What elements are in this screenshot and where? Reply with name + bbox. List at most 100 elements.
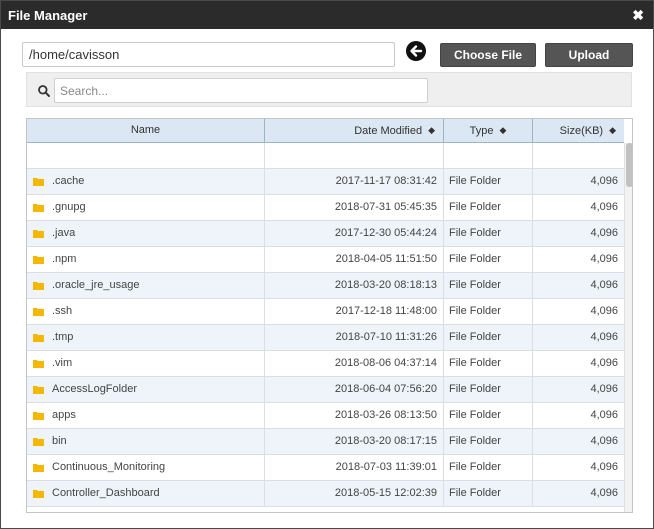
- upload-button[interactable]: Upload: [545, 43, 633, 67]
- column-header-name-label: Name: [130, 124, 161, 136]
- file-name: .oracle_jre_usage: [52, 279, 140, 291]
- file-name: .cache: [52, 175, 85, 187]
- file-type-cell: File Folder: [444, 377, 533, 402]
- table-row[interactable]: .java 2017-12-30 05:44:24 File Folder 4,096: [27, 221, 624, 247]
- folder-icon: [33, 178, 44, 186]
- file-size-cell: 4,096: [590, 331, 618, 343]
- table-row[interactable]: Controller_Dashboard 2018-05-15 12:02:39 F…: [27, 481, 624, 507]
- blank-cell: [533, 143, 624, 168]
- table-filter-row: [27, 143, 624, 169]
- folder-icon: [33, 230, 44, 238]
- file-type-cell: File Folder: [444, 325, 533, 350]
- folder-icon: [33, 438, 44, 446]
- table-row[interactable]: .npm 2018-04-05 11:51:50 File Folder 4,096: [27, 247, 624, 273]
- close-icon[interactable]: ✖: [632, 7, 644, 24]
- scrollbar-thumb[interactable]: [626, 143, 632, 187]
- file-name: Controller_Dashboard: [52, 487, 160, 499]
- date-modified-cell: 2018-07-03 11:39:01: [265, 455, 444, 480]
- column-header-size[interactable]: Size(KB) ◆: [533, 119, 624, 142]
- date-modified-cell: 2018-06-04 07:56:20: [265, 377, 444, 402]
- date-modified-cell: 2018-08-06 04:37:14: [265, 351, 444, 376]
- file-size-cell: 4,096: [590, 175, 618, 187]
- folder-icon: [33, 256, 44, 264]
- file-type-cell: File Folder: [444, 169, 533, 194]
- file-type-cell: File Folder: [444, 403, 533, 428]
- column-header-type[interactable]: Type ◆: [444, 119, 533, 142]
- blank-cell: [444, 143, 533, 168]
- back-arrow-icon[interactable]: [406, 41, 426, 61]
- folder-icon: [33, 308, 44, 316]
- file-size-cell: 4,096: [590, 253, 618, 265]
- file-name-cell: .npm: [27, 247, 265, 272]
- sort-icon[interactable]: ◆: [499, 119, 506, 142]
- file-name-cell: apps: [27, 403, 265, 428]
- table-row[interactable]: .oracle_jre_usage 2018-03-20 08:18:13 File…: [27, 273, 624, 299]
- column-header-size-label: Size(KB): [559, 125, 604, 137]
- file-name: .ssh: [52, 305, 73, 317]
- file-type-cell: File Folder: [444, 351, 533, 376]
- table-row[interactable]: .gnupg 2018-07-31 05:45:35 File Folder 4,09…: [27, 195, 624, 221]
- search-icon: [38, 85, 50, 97]
- file-name: .gnupg: [52, 201, 86, 213]
- file-name: Continuous_Monitoring: [52, 461, 166, 473]
- title-bar: File Manager ✖: [1, 1, 653, 29]
- table-row[interactable]: AccessLogFolder 2018-06-04 07:56:20 File F…: [27, 377, 624, 403]
- file-name-cell: .tmp: [27, 325, 265, 350]
- table-row[interactable]: Continuous_Monitoring 2018-07-03 11:39:01…: [27, 455, 624, 481]
- file-name-cell: .gnupg: [27, 195, 265, 220]
- sort-icon[interactable]: ◆: [428, 119, 435, 142]
- file-name-cell: .java: [27, 221, 265, 246]
- folder-icon: [33, 490, 44, 498]
- date-modified-cell: 2017-11-17 08:31:42: [265, 169, 444, 194]
- blank-cell: [27, 143, 265, 168]
- file-name: .tmp: [52, 331, 74, 343]
- file-type-cell: File Folder: [444, 273, 533, 298]
- date-modified-cell: 2018-03-20 08:18:13: [265, 273, 444, 298]
- file-size-cell: 4,096: [590, 409, 618, 421]
- date-modified-cell: 2018-03-26 08:13:50: [265, 403, 444, 428]
- column-header-type-label: Type: [469, 125, 494, 137]
- path-input[interactable]: [22, 42, 395, 67]
- search-input[interactable]: [54, 78, 428, 103]
- file-type-cell: File Folder: [444, 455, 533, 480]
- file-size-cell: 4,096: [590, 461, 618, 473]
- file-size-cell: 4,096: [590, 201, 618, 213]
- file-size-cell: 4,096: [590, 435, 618, 447]
- table-row[interactable]: apps 2018-03-26 08:13:50 File Folder 4,096: [27, 403, 624, 429]
- date-modified-cell: 2018-05-15 12:02:39: [265, 481, 444, 506]
- vertical-scrollbar[interactable]: [624, 143, 632, 512]
- table-row[interactable]: .ssh 2017-12-18 11:48:00 File Folder 4,096: [27, 299, 624, 325]
- file-name: .npm: [52, 253, 77, 265]
- table-row[interactable]: .vim 2018-08-06 04:37:14 File Folder 4,096: [27, 351, 624, 377]
- file-name: .vim: [52, 357, 73, 369]
- file-type-cell: File Folder: [444, 221, 533, 246]
- folder-icon: [33, 282, 44, 290]
- date-modified-cell: 2017-12-18 11:48:00: [265, 299, 444, 324]
- folder-icon: [33, 412, 44, 420]
- date-modified-cell: 2017-12-30 05:44:24: [265, 221, 444, 246]
- file-name-cell: .cache: [27, 169, 265, 194]
- column-header-date[interactable]: Date Modified ◆: [265, 119, 444, 142]
- folder-icon: [33, 386, 44, 394]
- file-name: AccessLogFolder: [52, 383, 137, 395]
- table-row[interactable]: bin 2018-03-20 08:17:15 File Folder 4,096: [27, 429, 624, 455]
- date-modified-cell: 2018-07-31 05:45:35: [265, 195, 444, 220]
- file-table: Name Date Modified ◆ Type ◆ Size(KB) ◆ .cac…: [26, 118, 633, 513]
- blank-cell: [265, 143, 444, 168]
- file-type-cell: File Folder: [444, 299, 533, 324]
- sort-icon[interactable]: ◆: [609, 119, 616, 142]
- table-row[interactable]: .cache 2017-11-17 08:31:42 File Folder 4,09…: [27, 169, 624, 195]
- choose-file-button[interactable]: Choose File: [440, 43, 536, 67]
- table-row[interactable]: .tmp 2018-07-10 11:31:26 File Folder 4,096: [27, 325, 624, 351]
- file-name: apps: [52, 409, 76, 421]
- file-type-cell: File Folder: [444, 481, 533, 506]
- file-name-cell: .oracle_jre_usage: [27, 273, 265, 298]
- file-size-cell: 4,096: [590, 305, 618, 317]
- folder-icon: [33, 464, 44, 472]
- file-size-cell: 4,096: [590, 279, 618, 291]
- column-header-name[interactable]: Name: [27, 119, 265, 142]
- file-manager-dialog: File Manager ✖ Choose File Upload Name D…: [0, 0, 654, 529]
- file-type-cell: File Folder: [444, 429, 533, 454]
- file-type-cell: File Folder: [444, 195, 533, 220]
- table-body: .cache 2017-11-17 08:31:42 File Folder 4,09…: [27, 143, 624, 507]
